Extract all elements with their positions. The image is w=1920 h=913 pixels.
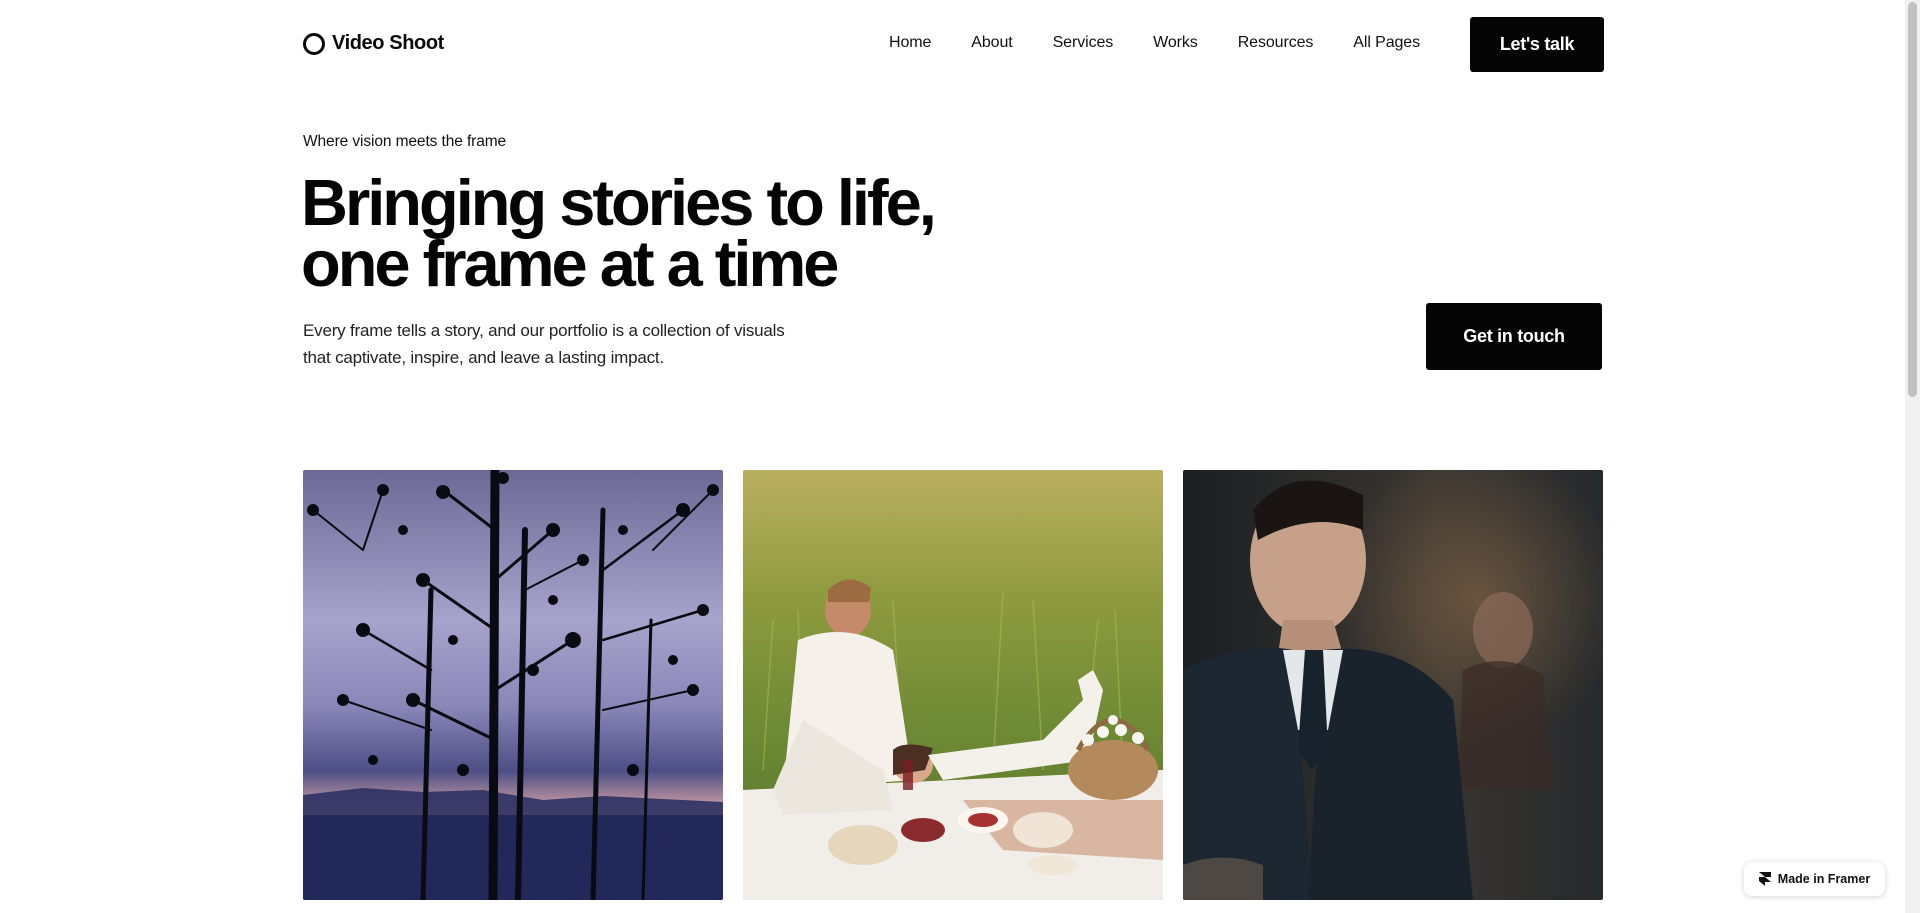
circle-logo-icon [303,32,325,55]
page: Video Shoot Home About Services Works Re… [0,0,1905,913]
brand-logo[interactable]: Video Shoot [303,32,444,55]
nav-item-home[interactable]: Home [889,34,931,52]
nav-item-resources[interactable]: Resources [1238,34,1314,52]
nav-item-all-pages[interactable]: All Pages [1353,34,1420,52]
hero-tagline: Where vision meets the frame [303,133,507,150]
site-header: Video Shoot Home About Services Works Re… [303,17,1604,72]
nav-item-services[interactable]: Services [1053,34,1114,52]
hero-description: Every frame tells a story, and our portf… [303,317,843,371]
headline-line-2: one frame at a time [301,227,839,300]
made-in-framer-badge[interactable]: Made in Framer [1744,862,1885,896]
description-line-2: that captivate, inspire, and leave a las… [303,348,664,367]
man-in-suit-image [1183,470,1603,900]
gallery-photo-man-in-suit[interactable] [1183,470,1603,900]
main-nav: Home About Services Works Resources All … [889,34,1420,52]
gallery-photo-tree-silhouette[interactable] [303,470,723,900]
framer-icon [1758,872,1771,886]
description-line-1: Every frame tells a story, and our portf… [303,321,785,340]
page-scrollbar[interactable] [1905,0,1920,913]
nav-item-works[interactable]: Works [1153,34,1198,52]
get-in-touch-button[interactable]: Get in touch [1426,303,1602,370]
gallery-photo-couple-picnic[interactable] [743,470,1163,900]
scrollbar-thumb[interactable] [1908,2,1917,397]
lets-talk-button[interactable]: Let's talk [1470,17,1604,72]
couple-picnic-image [743,470,1163,900]
portfolio-gallery [303,470,1603,900]
hero-headline: Bringing stories to life, one frame at a… [301,170,1001,296]
tree-silhouette-image [303,470,723,900]
badge-label: Made in Framer [1777,872,1871,886]
brand-name: Video Shoot [332,32,444,54]
nav-item-about[interactable]: About [971,34,1012,52]
